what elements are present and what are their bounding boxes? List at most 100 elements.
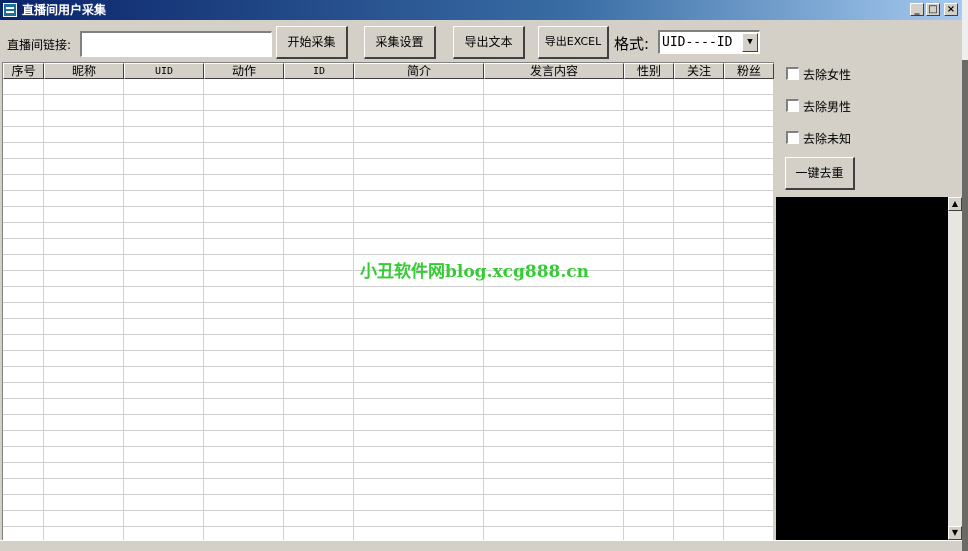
table-cell[interactable] (354, 223, 484, 239)
table-cell[interactable] (624, 207, 674, 223)
table-cell[interactable] (724, 399, 774, 415)
table-cell[interactable] (724, 159, 774, 175)
table-cell[interactable] (624, 255, 674, 271)
table-cell[interactable] (3, 511, 44, 527)
table-cell[interactable] (44, 95, 124, 111)
table-cell[interactable] (354, 175, 484, 191)
table-cell[interactable] (354, 95, 484, 111)
table-cell[interactable] (124, 79, 204, 95)
table-cell[interactable] (124, 239, 204, 255)
table-cell[interactable] (674, 367, 724, 383)
table-cell[interactable] (624, 79, 674, 95)
remove-female-checkbox[interactable] (786, 67, 799, 80)
table-cell[interactable] (724, 255, 774, 271)
table-row[interactable] (3, 303, 774, 319)
table-cell[interactable] (354, 351, 484, 367)
table-cell[interactable] (204, 191, 284, 207)
table-cell[interactable] (124, 447, 204, 463)
table-cell[interactable] (354, 191, 484, 207)
maximize-button[interactable]: □ (926, 3, 940, 16)
table-cell[interactable] (44, 479, 124, 495)
table-cell[interactable] (284, 495, 354, 511)
table-cell[interactable] (354, 495, 484, 511)
table-cell[interactable] (624, 95, 674, 111)
table-row[interactable] (3, 95, 774, 111)
table-cell[interactable] (3, 159, 44, 175)
table-cell[interactable] (44, 271, 124, 287)
table-cell[interactable] (124, 463, 204, 479)
table-cell[interactable] (3, 207, 44, 223)
table-cell[interactable] (484, 175, 624, 191)
table-cell[interactable] (44, 111, 124, 127)
column-header[interactable]: UID (124, 63, 204, 79)
table-cell[interactable] (3, 367, 44, 383)
table-cell[interactable] (674, 527, 724, 540)
table-cell[interactable] (44, 143, 124, 159)
table-row[interactable] (3, 399, 774, 415)
table-row[interactable] (3, 415, 774, 431)
table-row[interactable] (3, 287, 774, 303)
table-cell[interactable] (484, 319, 624, 335)
table-cell[interactable] (484, 415, 624, 431)
table-cell[interactable] (284, 127, 354, 143)
table-cell[interactable] (124, 159, 204, 175)
table-cell[interactable] (724, 223, 774, 239)
console-scrollbar[interactable]: ▲ ▼ (948, 197, 962, 540)
table-cell[interactable] (354, 527, 484, 540)
table-cell[interactable] (124, 351, 204, 367)
table-cell[interactable] (204, 495, 284, 511)
table-cell[interactable] (204, 351, 284, 367)
table-cell[interactable] (204, 79, 284, 95)
table-cell[interactable] (724, 111, 774, 127)
table-cell[interactable] (124, 191, 204, 207)
table-cell[interactable] (284, 239, 354, 255)
table-cell[interactable] (354, 79, 484, 95)
table-cell[interactable] (3, 127, 44, 143)
table-cell[interactable] (204, 303, 284, 319)
table-cell[interactable] (724, 303, 774, 319)
table-cell[interactable] (204, 527, 284, 540)
table-cell[interactable] (204, 479, 284, 495)
table-cell[interactable] (624, 495, 674, 511)
table-cell[interactable] (3, 223, 44, 239)
table-cell[interactable] (724, 527, 774, 540)
table-cell[interactable] (674, 207, 724, 223)
table-row[interactable] (3, 191, 774, 207)
table-cell[interactable] (284, 95, 354, 111)
table-cell[interactable] (124, 399, 204, 415)
table-cell[interactable] (44, 175, 124, 191)
table-cell[interactable] (3, 79, 44, 95)
column-header[interactable]: 性别 (624, 63, 674, 79)
table-row[interactable] (3, 239, 774, 255)
table-cell[interactable] (624, 271, 674, 287)
table-cell[interactable] (3, 447, 44, 463)
table-cell[interactable] (724, 95, 774, 111)
table-cell[interactable] (354, 479, 484, 495)
table-cell[interactable] (354, 239, 484, 255)
table-row[interactable] (3, 127, 774, 143)
table-cell[interactable] (284, 79, 354, 95)
table-cell[interactable] (124, 223, 204, 239)
table-cell[interactable] (674, 143, 724, 159)
table-cell[interactable] (484, 351, 624, 367)
table-cell[interactable] (674, 175, 724, 191)
table-cell[interactable] (204, 447, 284, 463)
table-cell[interactable] (44, 127, 124, 143)
table-row[interactable] (3, 527, 774, 540)
table-cell[interactable] (354, 111, 484, 127)
table-cell[interactable] (204, 271, 284, 287)
table-cell[interactable] (3, 191, 44, 207)
table-cell[interactable] (624, 383, 674, 399)
table-cell[interactable] (484, 511, 624, 527)
table-cell[interactable] (3, 271, 44, 287)
table-cell[interactable] (3, 287, 44, 303)
table-cell[interactable] (354, 399, 484, 415)
table-cell[interactable] (204, 255, 284, 271)
table-row[interactable] (3, 111, 774, 127)
table-cell[interactable] (724, 479, 774, 495)
table-row[interactable] (3, 447, 774, 463)
table-cell[interactable] (284, 511, 354, 527)
column-header[interactable]: 发言内容 (484, 63, 624, 79)
table-cell[interactable] (204, 319, 284, 335)
table-cell[interactable] (124, 527, 204, 540)
